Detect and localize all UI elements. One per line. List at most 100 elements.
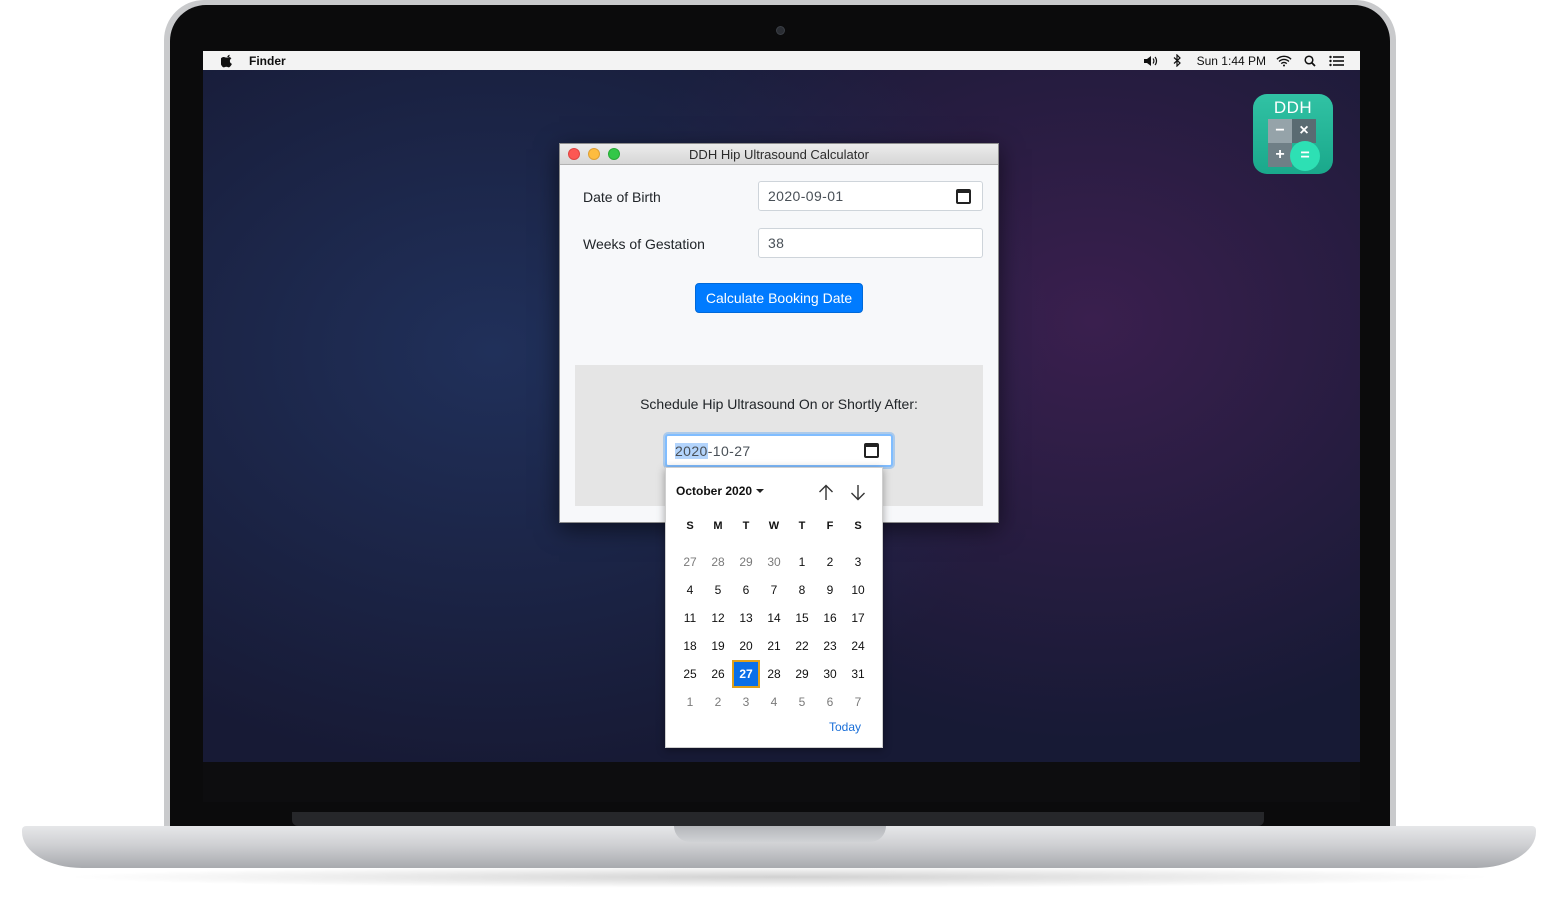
- calendar-day[interactable]: 30: [760, 548, 788, 576]
- calendar-day[interactable]: 25: [676, 660, 704, 688]
- apple-icon[interactable]: [219, 54, 235, 68]
- plus-icon: +: [1268, 143, 1292, 167]
- menu-bar: Finder Sun 1:44 PM: [203, 51, 1360, 70]
- calendar-day[interactable]: 8: [788, 576, 816, 604]
- app-window: DDH Hip Ultrasound Calculator Date of Bi…: [559, 143, 999, 523]
- screen-chin: [203, 762, 1360, 802]
- calendar-day[interactable]: 26: [704, 660, 732, 688]
- menu-app-name[interactable]: Finder: [249, 54, 286, 68]
- list-icon[interactable]: [1328, 54, 1344, 68]
- calendar-icon[interactable]: [956, 189, 971, 204]
- desktop-screen: Finder Sun 1:44 PM DDH − × + = DDH Hip U…: [203, 51, 1360, 762]
- result-label: Schedule Hip Ultrasound On or Shortly Af…: [640, 396, 918, 412]
- calendar-day[interactable]: 24: [844, 632, 872, 660]
- calendar-day[interactable]: 27: [676, 548, 704, 576]
- calendar-day[interactable]: 3: [844, 548, 872, 576]
- calendar-day[interactable]: 29: [732, 548, 760, 576]
- weekday-label: W: [768, 520, 780, 532]
- calendar-week: 11 12 13 14 15 16 17: [676, 604, 872, 632]
- calculate-booking-date-button[interactable]: Calculate Booking Date: [695, 283, 863, 313]
- weekday-label: M: [713, 520, 723, 532]
- menu-status-area: Sun 1:44 PM: [1133, 54, 1344, 68]
- result-date-input[interactable]: 2020 -10-27: [665, 434, 893, 467]
- month-year-selector[interactable]: October 2020: [676, 484, 765, 498]
- calendar-day[interactable]: 5: [704, 576, 732, 604]
- wifi-icon[interactable]: [1276, 54, 1292, 68]
- laptop-hinge: [292, 812, 1264, 826]
- calendar-day[interactable]: 6: [732, 576, 760, 604]
- calendar-day[interactable]: 19: [704, 632, 732, 660]
- calendar-day[interactable]: 4: [676, 576, 704, 604]
- ddh-app-icon[interactable]: DDH − × + =: [1253, 94, 1333, 174]
- ddh-app-icon-label: DDH: [1273, 98, 1313, 117]
- calendar-day[interactable]: 11: [676, 604, 704, 632]
- calendar-icon[interactable]: [864, 443, 879, 458]
- maximize-window-button[interactable]: [608, 148, 620, 160]
- result-year-segment[interactable]: 2020: [675, 442, 708, 459]
- weekday-header: SMTWTFS: [676, 520, 872, 532]
- calendar-day[interactable]: 28: [760, 660, 788, 688]
- times-icon: ×: [1292, 119, 1316, 143]
- calendar-day[interactable]: 1: [788, 548, 816, 576]
- calendar-day[interactable]: 22: [788, 632, 816, 660]
- close-window-button[interactable]: [568, 148, 580, 160]
- calendar-day[interactable]: 23: [816, 632, 844, 660]
- calendar-day[interactable]: 31: [844, 660, 872, 688]
- calendar-day[interactable]: 28: [704, 548, 732, 576]
- calendar-day[interactable]: 2: [704, 688, 732, 716]
- arrow-up-icon: [819, 484, 833, 500]
- gestation-label: Weeks of Gestation: [583, 236, 705, 252]
- calendar-day[interactable]: 18: [676, 632, 704, 660]
- chevron-down-icon: [756, 489, 765, 493]
- calendar-day[interactable]: 10: [844, 576, 872, 604]
- calendar-day[interactable]: 15: [788, 604, 816, 632]
- calendar-day[interactable]: 16: [816, 604, 844, 632]
- dob-value: 2020-09-01: [768, 188, 844, 204]
- selected-day[interactable]: 27: [732, 660, 760, 688]
- calendar-day[interactable]: 6: [816, 688, 844, 716]
- weekday-label: T: [798, 520, 806, 532]
- calendar-day[interactable]: 1: [676, 688, 704, 716]
- today-button[interactable]: Today: [829, 720, 861, 734]
- calendar-day[interactable]: 3: [732, 688, 760, 716]
- calendar-day[interactable]: 7: [760, 576, 788, 604]
- dob-label: Date of Birth: [583, 189, 661, 205]
- weekday-label: T: [742, 520, 750, 532]
- search-icon[interactable]: [1302, 54, 1318, 68]
- menu-clock[interactable]: Sun 1:44 PM: [1197, 54, 1266, 68]
- arrow-down-icon: [851, 484, 865, 500]
- laptop-shadow: [60, 866, 1500, 888]
- weekday-label: S: [686, 520, 694, 532]
- calendar-grid: 27 28 29 30 1 2 3 4 5 6 7 8 9 10 11 12 13 14 15 16 17 18 19 20 2…: [676, 548, 872, 716]
- calendar-week: 25 26 27 28 29 30 31: [676, 660, 872, 688]
- calendar-day[interactable]: 7: [844, 688, 872, 716]
- result-month-day[interactable]: -10-27: [708, 443, 751, 459]
- minimize-window-button[interactable]: [588, 148, 600, 160]
- dob-date-input[interactable]: 2020-09-01: [758, 181, 983, 211]
- calendar-day[interactable]: 21: [760, 632, 788, 660]
- window-titlebar[interactable]: DDH Hip Ultrasound Calculator: [560, 144, 998, 165]
- calendar-day[interactable]: 12: [704, 604, 732, 632]
- calculator-icon: − × + =: [1268, 119, 1320, 171]
- volume-icon[interactable]: [1143, 54, 1159, 68]
- next-month-button[interactable]: [848, 482, 868, 502]
- gestation-input[interactable]: 38: [758, 228, 983, 258]
- calendar-day[interactable]: 17: [844, 604, 872, 632]
- calendar-day[interactable]: 29: [788, 660, 816, 688]
- calendar-day[interactable]: 30: [816, 660, 844, 688]
- calendar-week: 4 5 6 7 8 9 10: [676, 576, 872, 604]
- window-title: DDH Hip Ultrasound Calculator: [689, 146, 869, 162]
- gestation-value: 38: [768, 235, 785, 251]
- bluetooth-icon[interactable]: [1169, 54, 1185, 68]
- previous-month-button[interactable]: [816, 482, 836, 502]
- month-year-label: October 2020: [676, 484, 753, 498]
- equals-icon: =: [1290, 141, 1320, 171]
- calendar-day[interactable]: 13: [732, 604, 760, 632]
- calendar-day[interactable]: 5: [788, 688, 816, 716]
- calendar-day[interactable]: 14: [760, 604, 788, 632]
- calendar-day[interactable]: 9: [816, 576, 844, 604]
- calendar-week: 1234567: [676, 688, 872, 716]
- calendar-day[interactable]: 20: [732, 632, 760, 660]
- calendar-day[interactable]: 2: [816, 548, 844, 576]
- calendar-day[interactable]: 4: [760, 688, 788, 716]
